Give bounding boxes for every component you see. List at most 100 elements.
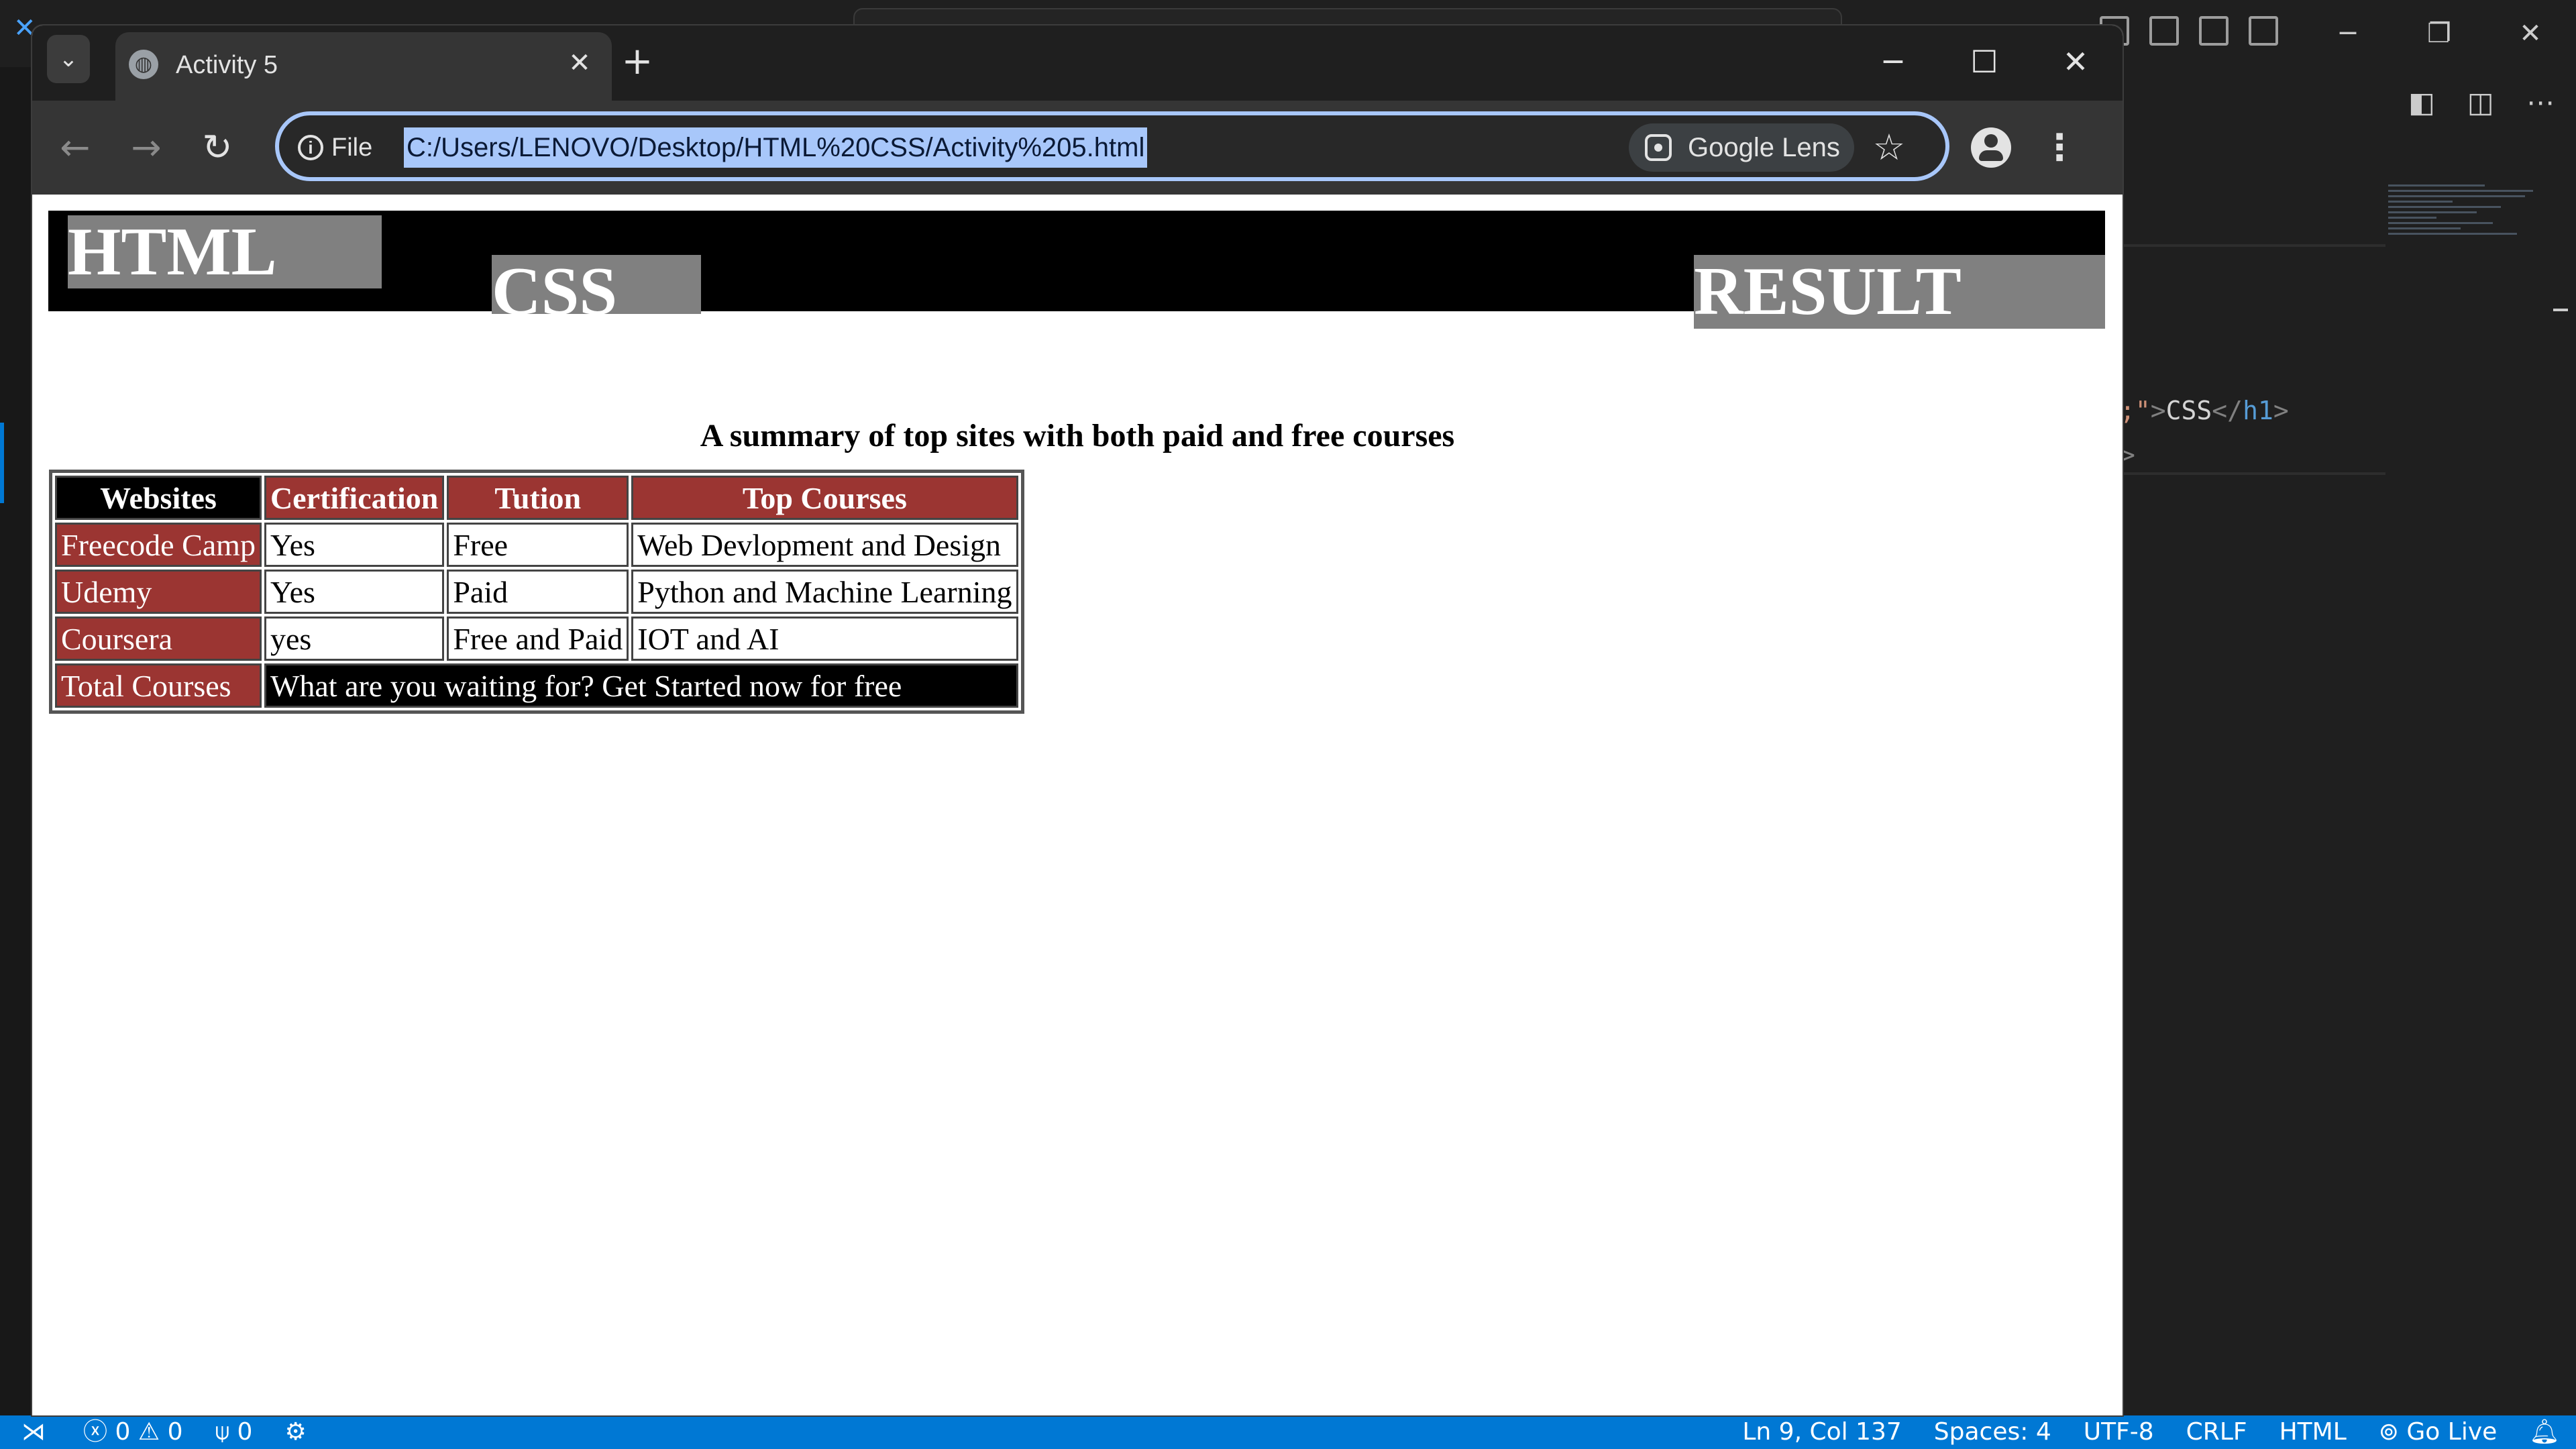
courses-table: Websites Certification Tution Top Course… <box>49 470 1024 714</box>
cell-top-courses: Python and Machine Learning <box>631 570 1018 614</box>
globe-icon: ◍ <box>129 50 158 79</box>
problems-indicator[interactable]: ⓧ 0 ⚠ 0 <box>67 1415 199 1449</box>
error-icon: ⓧ <box>83 1418 108 1446</box>
site-info-chip[interactable]: i File <box>298 129 372 166</box>
broadcast-icon: ⍦ <box>215 1418 230 1446</box>
cell-top-courses: Web Devlopment and Design <box>631 523 1018 567</box>
cell-top-courses: IOT and AI <box>631 616 1018 661</box>
vscode-minimize-icon[interactable]: ─ <box>2302 12 2394 55</box>
google-lens-icon <box>1645 134 1672 161</box>
editor-divider <box>2120 244 2385 247</box>
ports-count: 0 <box>237 1418 253 1446</box>
code-token: CSS <box>2165 396 2212 425</box>
code-token: > <box>2150 396 2166 425</box>
forward-arrow-icon[interactable]: → <box>119 121 173 174</box>
error-count: 0 <box>115 1418 131 1446</box>
notifications-bell-icon[interactable]: 🔔︎ <box>2513 1415 2576 1449</box>
header-top-courses: Top Courses <box>631 476 1018 520</box>
address-bar[interactable]: i File C:/Users/LENOVO/Desktop/HTML%20CS… <box>275 111 1949 181</box>
google-lens-button[interactable]: Google Lens <box>1629 123 1854 172</box>
tab-strip: ⌄ ◍ Activity 5 ✕ + ─ ☐ ✕ <box>32 25 2123 101</box>
indentation[interactable]: Spaces: 4 <box>1918 1415 2068 1449</box>
code-token: h1 <box>2243 396 2273 425</box>
new-tab-plus-icon[interactable]: + <box>616 40 659 83</box>
go-live-button[interactable]: ⊚ Go Live <box>2363 1415 2514 1449</box>
header-certification: Certification <box>264 476 445 520</box>
open-preview-icon[interactable]: ◧ <box>2408 86 2438 119</box>
menu-kebab-icon[interactable]: ⋮ <box>2039 121 2080 174</box>
info-icon: i <box>298 135 323 160</box>
cursor-position[interactable]: Ln 9, Col 137 <box>1726 1415 1917 1449</box>
table-row: Coursera yes Free and Paid IOT and AI <box>55 616 1018 661</box>
editor-scrollbar[interactable] <box>2553 309 2568 327</box>
split-editor-icon[interactable]: ◫ <box>2467 86 2497 119</box>
heading-css-text: CSS <box>492 255 618 315</box>
cell-tution: Free <box>447 523 629 567</box>
tab-search-chevron-down-icon[interactable]: ⌄ <box>47 35 90 83</box>
table-footer-row: Total Courses What are you waiting for? … <box>55 663 1018 708</box>
profile-avatar-icon[interactable] <box>1971 127 2011 168</box>
active-view-indicator <box>0 423 4 503</box>
table-header-row: Websites Certification Tution Top Course… <box>55 476 1018 520</box>
vscode-restore-icon[interactable]: ❐ <box>2394 12 2485 55</box>
browser-tab-active[interactable]: ◍ Activity 5 ✕ <box>115 32 612 101</box>
heading-html: HTML <box>68 215 382 288</box>
editor-actions: ◧ ◫ ⋯ <box>2408 86 2556 119</box>
minimap[interactable] <box>2388 181 2549 315</box>
status-bar-left: ⋊ ⓧ 0 ⚠ 0 ⍦ 0 ⚙ <box>0 1415 323 1449</box>
cell-website: Udemy <box>55 570 262 614</box>
cell-certification: yes <box>264 616 445 661</box>
remote-indicator-icon[interactable]: ⋊ <box>0 1415 67 1449</box>
toggle-panel-icon[interactable] <box>2149 16 2179 46</box>
header-websites: Websites <box>55 476 262 520</box>
vscode-close-icon[interactable]: ✕ <box>2485 12 2576 55</box>
close-window-icon[interactable]: ✕ <box>2030 35 2121 89</box>
broadcast-icon: ⊚ <box>2378 1418 2399 1446</box>
minimize-icon[interactable]: ─ <box>1847 35 1939 89</box>
activity-bar <box>0 67 34 1415</box>
cell-certification: Yes <box>264 523 445 567</box>
cell-tution: Paid <box>447 570 629 614</box>
cell-total-courses: Total Courses <box>55 663 262 708</box>
code-token: > <box>2273 396 2289 425</box>
editor-divider <box>2120 472 2385 475</box>
status-bar-right: Ln 9, Col 137 Spaces: 4 UTF-8 CRLF HTML … <box>1726 1415 2576 1449</box>
customize-layout-icon[interactable] <box>2249 16 2278 46</box>
cell-call-to-action: What are you waiting for? Get Started no… <box>264 663 1018 708</box>
table-row: Udemy Yes Paid Python and Machine Learni… <box>55 570 1018 614</box>
code-line-9[interactable]: ;">CSS</h1> <box>2120 396 2289 425</box>
cell-tution: Free and Paid <box>447 616 629 661</box>
reload-icon[interactable]: ↻ <box>191 121 244 174</box>
accounts-share-icon[interactable]: ⚙ <box>268 1415 322 1449</box>
warning-icon: ⚠ <box>138 1418 160 1446</box>
warning-count: 0 <box>167 1418 183 1446</box>
url-text[interactable]: C:/Users/LENOVO/Desktop/HTML%20CSS/Activ… <box>404 127 1148 168</box>
vscode-window-controls: ─ ❐ ✕ <box>2302 12 2576 55</box>
table-row: Freecode Camp Yes Free Web Devlopment an… <box>55 523 1018 567</box>
go-live-label: Go Live <box>2406 1418 2498 1446</box>
encoding[interactable]: UTF-8 <box>2068 1415 2170 1449</box>
ports-indicator[interactable]: ⍦ 0 <box>199 1415 268 1449</box>
browser-toolbar: ← → ↻ i File C:/Users/LENOVO/Desktop/HTM… <box>32 101 2123 195</box>
bookmark-star-icon[interactable]: ☆ <box>1868 126 1911 169</box>
cell-certification: Yes <box>264 570 445 614</box>
code-token: ;" <box>2120 396 2151 425</box>
cell-website: Coursera <box>55 616 262 661</box>
status-bar: ⋊ ⓧ 0 ⚠ 0 ⍦ 0 ⚙ Ln 9, Col 137 Spaces: 4 … <box>0 1415 2576 1449</box>
maximize-icon[interactable]: ☐ <box>1939 35 2030 89</box>
back-arrow-icon[interactable]: ← <box>48 121 102 174</box>
header-tution: Tution <box>447 476 629 520</box>
tab-close-icon[interactable]: ✕ <box>559 43 600 83</box>
toggle-secondary-sidebar-icon[interactable] <box>2199 16 2229 46</box>
heading-result: RESULT <box>1694 255 2105 329</box>
google-lens-label: Google Lens <box>1688 133 1840 162</box>
tab-title: Activity 5 <box>176 51 278 79</box>
heading-result-text: RESULT <box>1694 255 1962 329</box>
end-of-line[interactable]: CRLF <box>2170 1415 2263 1449</box>
more-actions-icon[interactable]: ⋯ <box>2526 86 2556 119</box>
heading-html-text: HTML <box>68 215 277 288</box>
language-mode[interactable]: HTML <box>2263 1415 2363 1449</box>
site-info-label: File <box>331 133 373 162</box>
cell-website: Freecode Camp <box>55 523 262 567</box>
heading-css: CSS <box>492 255 701 314</box>
